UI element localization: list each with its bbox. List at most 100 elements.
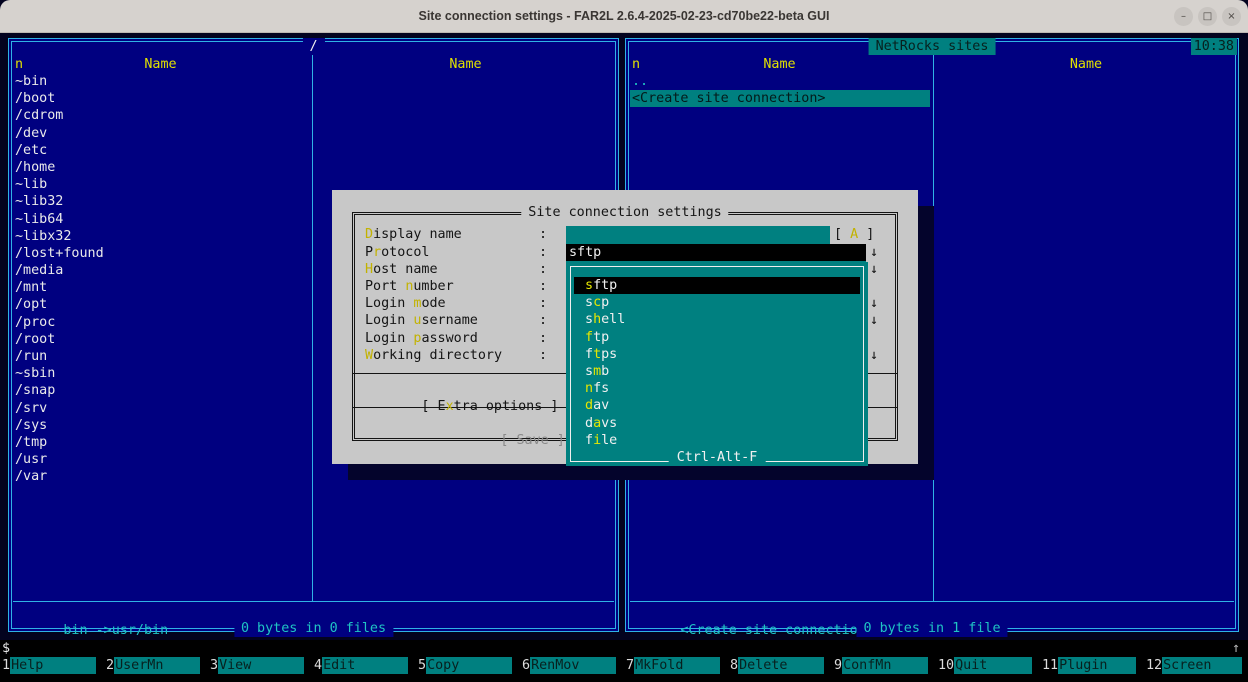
display-name-input[interactable]	[566, 226, 830, 243]
hotkey-letter: s	[585, 278, 593, 293]
column-header-name[interactable]: Name	[9, 56, 312, 73]
function-key-10[interactable]: 10Quit	[938, 657, 1032, 674]
hotkey-letter: h	[593, 312, 601, 327]
function-key-label[interactable]: Edit	[322, 657, 408, 674]
function-key-1[interactable]: 1Help	[2, 657, 96, 674]
file-entry-cursor[interactable]: <Create site connection>	[630, 90, 930, 107]
field-colon: :	[539, 330, 547, 347]
command-prompt: $	[2, 640, 10, 657]
auto-name-button[interactable]: [ A ]	[834, 226, 874, 243]
protocol-option[interactable]: dav	[574, 397, 860, 414]
status-file-name: bin ->usr/bin	[63, 623, 168, 638]
protocol-option[interactable]: shell	[574, 311, 860, 328]
window-title: Site connection settings - FAR2L 2.6.4-2…	[0, 0, 1248, 32]
function-key-3[interactable]: 3View	[210, 657, 304, 674]
function-key-9[interactable]: 9ConfMn	[834, 657, 928, 674]
left-panel-header: n Name Name	[9, 56, 618, 73]
protocol-option-selected[interactable]: sftp	[574, 277, 860, 294]
maximize-icon: □	[1203, 11, 1212, 22]
column-header-name[interactable]: Name	[934, 56, 1238, 73]
save-button[interactable]: [ Save ]	[500, 433, 565, 448]
status-separator	[630, 601, 1234, 602]
function-key-8[interactable]: 8Delete	[730, 657, 824, 674]
file-entry[interactable]: /cdrom	[15, 107, 612, 124]
hotkey-letter: H	[365, 262, 373, 277]
left-panel-status-bar: bin ->usr/bin root root Symlin 23-02-25 …	[15, 605, 612, 622]
function-key-number: 2	[106, 657, 114, 674]
field-colon: :	[539, 278, 547, 295]
hotkey-letter: n	[585, 381, 593, 396]
history-arrow-icon[interactable]: ↓	[870, 244, 878, 261]
command-line[interactable]: $ ↑	[0, 640, 1248, 657]
window-titlebar[interactable]: Site connection settings - FAR2L 2.6.4-2…	[0, 0, 1248, 33]
function-key-label[interactable]: Help	[10, 657, 96, 674]
maximize-button[interactable]: □	[1198, 7, 1217, 26]
function-key-12[interactable]: 12Screen	[1146, 657, 1242, 674]
right-panel-footer-total: 0 bytes in 1 file	[856, 621, 1007, 637]
protocol-dropdown: sftpscpshellftpftpssmbnfsdavdavsfile Ctr…	[566, 262, 868, 466]
hotkey-letter: r	[373, 245, 381, 260]
hotkey-letter: D	[365, 227, 373, 242]
function-key-5[interactable]: 5Copy	[418, 657, 512, 674]
function-key-label[interactable]: RenMov	[530, 657, 616, 674]
field-colon: :	[539, 261, 547, 278]
file-entry[interactable]: ~bin	[15, 73, 612, 90]
function-key-label[interactable]: Plugin	[1058, 657, 1136, 674]
hotkey-letter: p	[413, 331, 421, 346]
function-key-label[interactable]: UserMn	[114, 657, 200, 674]
minimize-button[interactable]: –	[1174, 7, 1193, 26]
function-key-label[interactable]: Screen	[1162, 657, 1242, 674]
file-entry[interactable]: /boot	[15, 90, 612, 107]
column-header-name[interactable]: Name	[626, 56, 933, 73]
status-file-name: <Create site connection>	[680, 623, 873, 638]
hotkey-letter: i	[593, 433, 601, 448]
protocol-option[interactable]: davs	[574, 415, 860, 432]
field-colon: :	[539, 244, 547, 261]
history-arrow-icon[interactable]: ↓	[870, 295, 878, 312]
field-colon: :	[539, 226, 547, 243]
protocol-option[interactable]: smb	[574, 363, 860, 380]
history-arrow-icon[interactable]: ↓	[870, 261, 878, 278]
field-colon: :	[539, 295, 547, 312]
function-key-number: 10	[938, 657, 954, 674]
function-key-label[interactable]: Quit	[954, 657, 1032, 674]
function-key-label[interactable]: Copy	[426, 657, 512, 674]
far2l-window: Site connection settings - FAR2L 2.6.4-2…	[0, 0, 1248, 682]
field-label: Display name	[365, 226, 462, 243]
close-icon: ×	[1227, 11, 1235, 22]
protocol-option[interactable]: nfs	[574, 380, 860, 397]
file-entry[interactable]: ..	[632, 73, 1232, 90]
file-entry[interactable]: /home	[15, 159, 612, 176]
right-panel-title[interactable]: NetRocks sites	[869, 38, 996, 55]
protocol-combo[interactable]: sftp	[566, 244, 866, 261]
protocol-option[interactable]: ftps	[574, 346, 860, 363]
function-key-label[interactable]: ConfMn	[842, 657, 928, 674]
left-panel-path-title[interactable]: /	[302, 38, 324, 55]
scroll-up-icon[interactable]: ↑	[1232, 640, 1240, 657]
hotkey-letter: t	[593, 347, 601, 362]
file-entry[interactable]: /etc	[15, 142, 612, 159]
field-label: Login password	[365, 330, 478, 347]
function-key-6[interactable]: 6RenMov	[522, 657, 616, 674]
function-key-label[interactable]: MkFold	[634, 657, 720, 674]
function-key-11[interactable]: 11Plugin	[1042, 657, 1136, 674]
close-button[interactable]: ×	[1222, 7, 1241, 26]
history-arrow-icon[interactable]: ↓	[870, 312, 878, 329]
function-key-label[interactable]: Delete	[738, 657, 824, 674]
dialog-options-buttons-row: [ Extra options ] [ Pr	[373, 381, 599, 398]
protocol-option[interactable]: scp	[574, 294, 860, 311]
file-entry[interactable]: /dev	[15, 125, 612, 142]
function-key-label[interactable]: View	[218, 657, 304, 674]
hotkey-letter: d	[585, 398, 593, 413]
function-key-number: 4	[314, 657, 322, 674]
function-key-2[interactable]: 2UserMn	[106, 657, 200, 674]
protocol-option[interactable]: file	[574, 432, 860, 449]
protocol-option[interactable]: ftp	[574, 329, 860, 346]
hotkey-letter: a	[593, 416, 601, 431]
field-colon: :	[539, 312, 547, 329]
history-arrow-icon[interactable]: ↓	[870, 347, 878, 364]
dialog-title: Site connection settings	[521, 204, 728, 221]
function-key-4[interactable]: 4Edit	[314, 657, 408, 674]
column-header-name[interactable]: Name	[313, 56, 618, 73]
function-key-7[interactable]: 7MkFold	[626, 657, 720, 674]
